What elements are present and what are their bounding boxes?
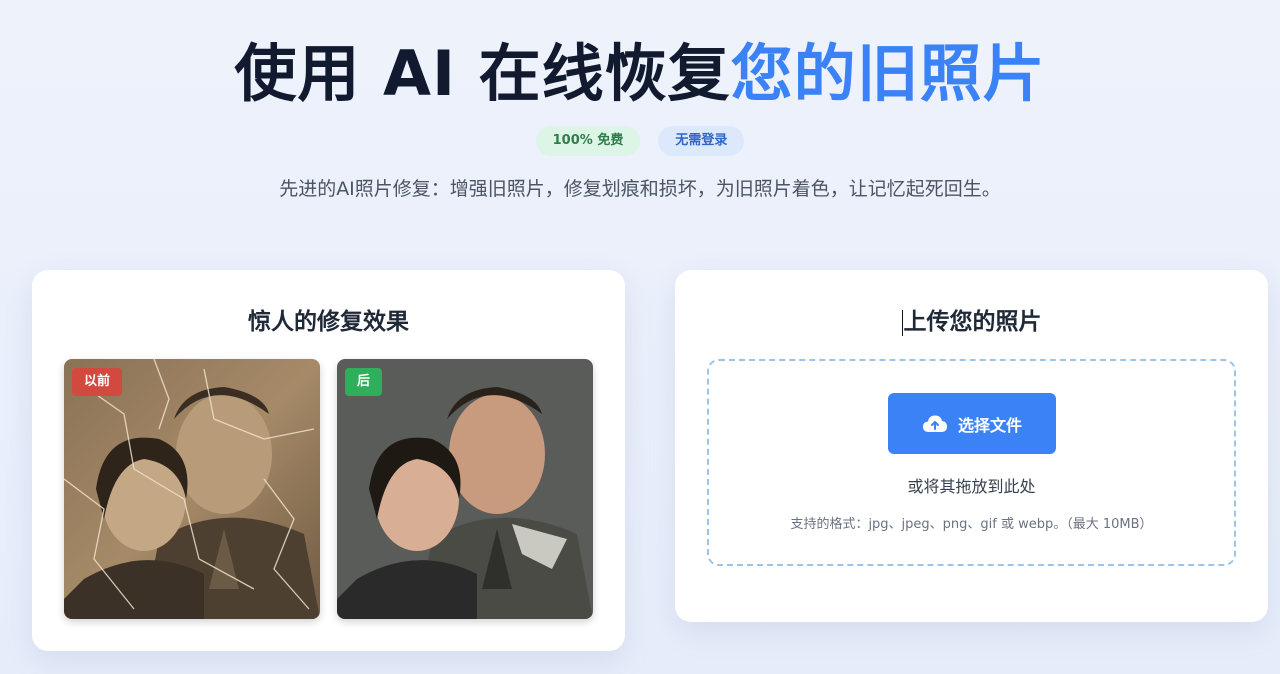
upload-title-text: 上传您的照片 (903, 309, 1042, 335)
hero-title: 使用 AI 在线恢复您的旧照片 (0, 34, 1280, 114)
cloud-upload-icon (922, 415, 947, 432)
hero-subtitle: 先进的AI照片修复：增强旧照片，修复划痕和损坏，为旧照片着色，让记忆起死回生。 (279, 178, 1001, 200)
hero-title-main: 使用 AI 在线恢复 (234, 37, 731, 110)
no-login-badge: 无需登录 (658, 126, 745, 156)
badges: 100% 免费 无需登录 (0, 126, 1280, 156)
dropzone[interactable]: 选择文件 或将其拖放到此处 支持的格式：jpg、jpeg、png、gif 或 w… (707, 359, 1236, 566)
before-tag: 以前 (72, 368, 123, 396)
upload-title: 上传您的照片 (675, 302, 1268, 336)
supported-formats: 支持的格式：jpg、jpeg、png、gif 或 webp。（最大 10MB） (790, 517, 1153, 532)
free-badge: 100% 免费 (535, 126, 641, 156)
demo-title: 惊人的修复效果 (248, 309, 409, 335)
before-photo-image (64, 359, 320, 619)
drop-hint: 或将其拖放到此处 (907, 477, 1036, 496)
before-photo: 以前 (64, 359, 320, 619)
upload-card: 上传您的照片 选择文件 或将其拖放到此处 支持的格式：jpg、jpeg、png、… (675, 270, 1268, 622)
after-photo: 后 (337, 359, 593, 619)
after-tag: 后 (345, 368, 383, 396)
after-photo-image (337, 359, 593, 619)
text-caret (901, 309, 903, 336)
hero-title-accent: 您的旧照片 (730, 37, 1046, 110)
choose-file-label: 选择文件 (957, 415, 1022, 435)
demo-card: 惊人的修复效果 以前 后 (32, 270, 625, 651)
choose-file-button[interactable]: 选择文件 (888, 393, 1056, 454)
